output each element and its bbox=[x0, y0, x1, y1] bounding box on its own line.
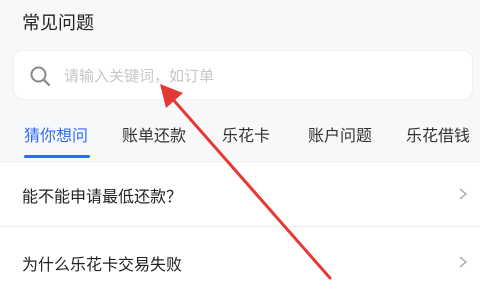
search-icon bbox=[30, 66, 51, 87]
tab-guess-questions[interactable]: 猜你想问 bbox=[24, 122, 88, 146]
chevron-right-icon bbox=[459, 256, 468, 268]
tab-lehua-card[interactable]: 乐花卡 bbox=[222, 122, 270, 146]
search-input[interactable] bbox=[64, 63, 444, 89]
chevron-right-icon bbox=[459, 188, 468, 200]
page-title: 常见问题 bbox=[22, 13, 94, 34]
search-bar[interactable] bbox=[13, 50, 473, 100]
category-tabs: 猜你想问 账单还款 乐花卡 账户问题 乐花借钱 bbox=[0, 118, 480, 160]
tab-account-issues[interactable]: 账户问题 bbox=[308, 122, 372, 146]
tab-bill-repayment[interactable]: 账单还款 bbox=[122, 122, 186, 146]
faq-item[interactable]: 为什么乐花卡交易失败 bbox=[0, 231, 480, 293]
faq-question: 为什么乐花卡交易失败 bbox=[22, 255, 183, 274]
active-tab-indicator bbox=[24, 155, 90, 158]
divider bbox=[0, 161, 480, 162]
tab-lehua-loan[interactable]: 乐花借钱 bbox=[406, 122, 470, 146]
divider bbox=[0, 226, 480, 227]
faq-item[interactable]: 能不能申请最低还款？ bbox=[0, 163, 480, 225]
faq-question: 能不能申请最低还款？ bbox=[22, 187, 183, 206]
